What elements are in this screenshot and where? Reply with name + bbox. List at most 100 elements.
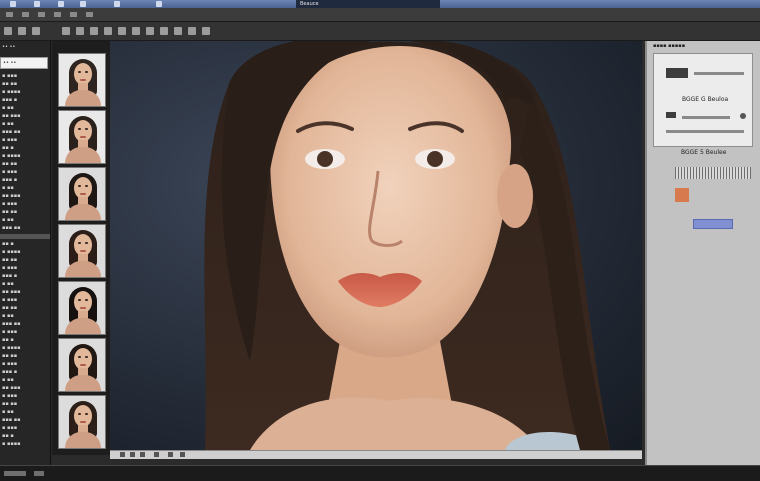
window-title[interactable]: Beauce: [296, 0, 440, 8]
sidebar-item[interactable]: ▪ ▪▪▪▪: [2, 249, 46, 255]
sidebar-item[interactable]: ▪ ▪▪▪: [2, 329, 46, 335]
menu-item[interactable]: [54, 12, 61, 17]
sidebar-item[interactable]: ▪▪ ▪▪: [2, 401, 46, 407]
sidebar-item[interactable]: ▪▪ ▪▪: [2, 209, 46, 215]
tool-icon[interactable]: [32, 27, 40, 35]
sidebar-item[interactable]: ▪▪▪ ▪: [2, 369, 46, 375]
status-icon[interactable]: [180, 452, 185, 457]
sidebar-item[interactable]: ▪▪▪ ▪: [2, 97, 46, 103]
sidebar-item[interactable]: ▪ ▪▪: [2, 217, 46, 223]
sidebar-item[interactable]: ▪▪ ▪▪▪: [2, 113, 46, 119]
sidebar-item[interactable]: ▪▪ ▪▪: [2, 353, 46, 359]
tool-icon[interactable]: [160, 27, 168, 35]
menu-item[interactable]: [86, 12, 93, 17]
sidebar-item[interactable]: ▪ ▪▪▪: [2, 297, 46, 303]
search-input[interactable]: •• ••: [0, 57, 48, 69]
status-icon[interactable]: [168, 452, 173, 457]
image-canvas[interactable]: [110, 41, 642, 450]
sidebar-item[interactable]: ▪ ▪▪▪: [2, 201, 46, 207]
swatch[interactable]: [666, 68, 688, 78]
app-icon[interactable]: [114, 1, 120, 7]
panel-divider[interactable]: [0, 234, 50, 239]
tool-icon[interactable]: [90, 27, 98, 35]
thumbnail-image[interactable]: [58, 53, 106, 107]
sidebar-item[interactable]: ▪ ▪▪▪▪: [2, 153, 46, 159]
menu-item[interactable]: [38, 12, 45, 17]
status-icon[interactable]: [130, 452, 135, 457]
app-icon[interactable]: [156, 1, 162, 7]
sidebar-item[interactable]: ▪ ▪▪: [2, 121, 46, 127]
sidebar-item[interactable]: ▪ ▪▪▪: [2, 361, 46, 367]
menu-item[interactable]: [22, 12, 29, 17]
sidebar-item[interactable]: ▪ ▪▪▪: [2, 169, 46, 175]
sidebar-item[interactable]: ▪▪ ▪: [2, 433, 46, 439]
tool-icon[interactable]: [62, 27, 70, 35]
slider[interactable]: [694, 72, 744, 75]
sidebar-item[interactable]: ▪▪ ▪▪▪: [2, 193, 46, 199]
app-icon[interactable]: [34, 1, 40, 7]
slider[interactable]: [682, 116, 730, 119]
status-icon[interactable]: [154, 452, 159, 457]
sidebar-item[interactable]: ▪ ▪▪▪: [2, 393, 46, 399]
sidebar-item[interactable]: ▪▪▪ ▪▪: [2, 321, 46, 327]
app-icon[interactable]: [80, 1, 86, 7]
thumbnail-image[interactable]: [58, 167, 106, 221]
sidebar-item[interactable]: ▪ ▪▪▪▪: [2, 89, 46, 95]
sidebar-item[interactable]: ▪ ▪▪▪: [2, 265, 46, 271]
swatch[interactable]: [666, 112, 676, 118]
sidebar-header: •• ••: [2, 44, 16, 50]
sidebar-item[interactable]: ▪▪▪ ▪: [2, 177, 46, 183]
tool-icon[interactable]: [4, 27, 12, 35]
sidebar-item[interactable]: ▪▪ ▪: [2, 145, 46, 151]
thumbnail-strip: [52, 41, 110, 455]
thumbnail-image[interactable]: [58, 281, 106, 335]
tool-icon[interactable]: [188, 27, 196, 35]
sidebar-item[interactable]: ▪ ▪▪: [2, 185, 46, 191]
sidebar-item[interactable]: ▪▪ ▪▪▪: [2, 385, 46, 391]
sidebar-item[interactable]: ▪ ▪▪: [2, 281, 46, 287]
sidebar-item[interactable]: ▪▪▪ ▪▪: [2, 129, 46, 135]
sidebar-item[interactable]: ▪▪▪ ▪▪: [2, 225, 46, 231]
menu-item[interactable]: [70, 12, 77, 17]
sidebar-item[interactable]: ▪ ▪▪: [2, 409, 46, 415]
sidebar-item[interactable]: ▪ ▪▪: [2, 105, 46, 111]
slider[interactable]: [666, 130, 744, 133]
dial-knob[interactable]: [740, 113, 746, 119]
sidebar-item[interactable]: ▪ ▪▪▪▪: [2, 441, 46, 447]
sidebar-item[interactable]: ▪ ▪▪▪: [2, 425, 46, 431]
apply-button[interactable]: [693, 219, 733, 229]
thumbnail-image[interactable]: [58, 338, 106, 392]
sidebar-item[interactable]: ▪ ▪▪: [2, 377, 46, 383]
tool-icon[interactable]: [202, 27, 210, 35]
thumbnail-image[interactable]: [58, 395, 106, 449]
tool-icon[interactable]: [174, 27, 182, 35]
sidebar-item[interactable]: ▪▪▪ ▪: [2, 273, 46, 279]
sidebar-item[interactable]: ▪▪ ▪▪: [2, 257, 46, 263]
tool-icon[interactable]: [18, 27, 26, 35]
tool-icon[interactable]: [118, 27, 126, 35]
sidebar-item[interactable]: ▪▪ ▪▪▪: [2, 289, 46, 295]
thumbnail-image[interactable]: [58, 110, 106, 164]
sidebar-item[interactable]: ▪ ▪▪▪: [2, 73, 46, 79]
menu-item[interactable]: [6, 12, 13, 17]
sidebar-item[interactable]: ▪▪ ▪▪: [2, 81, 46, 87]
status-icon[interactable]: [120, 452, 125, 457]
color-swatch[interactable]: [675, 188, 689, 202]
sidebar-item[interactable]: ▪▪ ▪▪: [2, 305, 46, 311]
sidebar-item[interactable]: ▪▪ ▪▪: [2, 161, 46, 167]
sidebar-item[interactable]: ▪▪ ▪: [2, 241, 46, 247]
tool-icon[interactable]: [104, 27, 112, 35]
sidebar-item[interactable]: ▪ ▪▪▪▪: [2, 345, 46, 351]
tool-icon[interactable]: [76, 27, 84, 35]
app-icon[interactable]: [58, 1, 64, 7]
sidebar-item[interactable]: ▪ ▪▪▪: [2, 137, 46, 143]
tool-icon[interactable]: [132, 27, 140, 35]
ear: [497, 164, 533, 228]
app-icon[interactable]: [10, 1, 16, 7]
sidebar-item[interactable]: ▪▪▪ ▪▪: [2, 417, 46, 423]
status-icon[interactable]: [140, 452, 145, 457]
sidebar-item[interactable]: ▪▪ ▪: [2, 337, 46, 343]
sidebar-item[interactable]: ▪ ▪▪: [2, 313, 46, 319]
thumbnail-image[interactable]: [58, 224, 106, 278]
tool-icon[interactable]: [146, 27, 154, 35]
